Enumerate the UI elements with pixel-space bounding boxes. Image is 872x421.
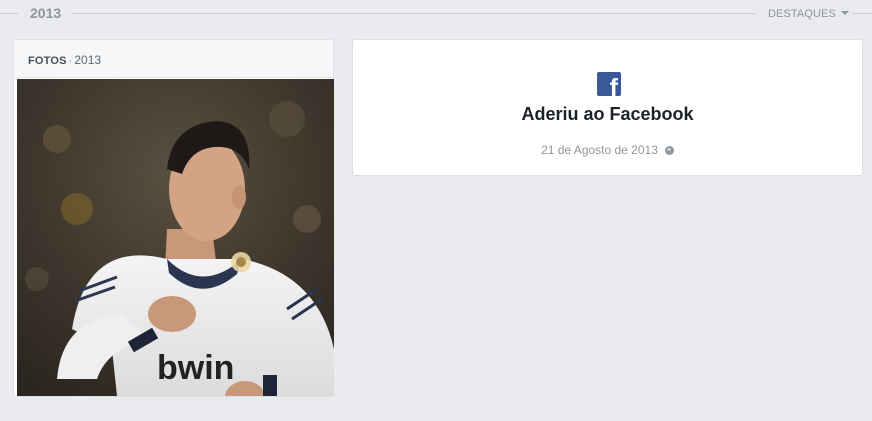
globe-icon[interactable] [664, 146, 674, 155]
divider [72, 13, 756, 14]
sponsor-logo: bwin [157, 349, 234, 387]
life-event-date-row: 21 de Agosto de 2013 [353, 143, 862, 157]
divider [0, 13, 18, 14]
profile-photo[interactable]: bwin [17, 79, 334, 396]
highlights-label: DESTAQUES [768, 8, 836, 20]
divider [852, 13, 872, 14]
timeline-year-bar: 2013 DESTAQUES [0, 0, 872, 28]
caret-down-icon [840, 11, 849, 15]
photos-title: FOTOS · 2013 [28, 53, 101, 67]
photo-image: bwin [17, 79, 334, 396]
photos-label[interactable]: FOTOS [28, 55, 67, 67]
facebook-icon: f [597, 72, 621, 96]
photos-card: FOTOS · 2013 bwin [13, 39, 334, 397]
life-event-date[interactable]: 21 de Agosto de 2013 [541, 143, 658, 157]
highlights-dropdown[interactable]: DESTAQUES [768, 8, 849, 20]
photos-header: FOTOS · 2013 [14, 40, 333, 78]
photos-year: 2013 [74, 53, 102, 67]
life-event-title[interactable]: Aderiu ao Facebook [353, 104, 862, 125]
year-label[interactable]: 2013 [30, 5, 61, 21]
life-event-card: f Aderiu ao Facebook 21 de Agosto de 201… [352, 39, 863, 176]
